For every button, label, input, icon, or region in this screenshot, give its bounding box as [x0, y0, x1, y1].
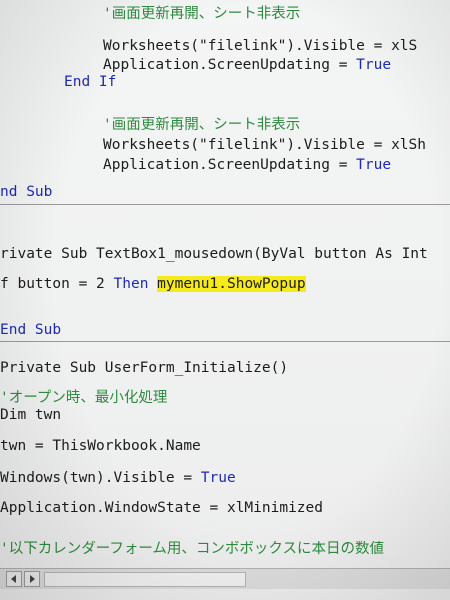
code-line-comment: '画面更新再開、シート非表示	[103, 117, 301, 133]
code-line-keyword: nd Sub	[0, 184, 53, 200]
code-line-comment: '画面更新再開、シート非表示	[103, 6, 301, 22]
code-line: rivate Sub TextBox1_mousedown(ByVal butt…	[0, 246, 428, 262]
code-line: Dim twn	[0, 407, 62, 423]
selected-text[interactable]: mymenu1.ShowPopup	[157, 276, 306, 292]
code-line: f button = 2 Then mymenu1.ShowPopup	[0, 276, 306, 292]
vba-editor-screen: '画面更新再開、シート非表示 Worksheets("filelink").Vi…	[0, 0, 450, 600]
code-keyword: Then	[113, 276, 149, 292]
scrollbar-thumb[interactable]	[44, 572, 246, 587]
code-line-comment: '以下カレンダーフォーム用、コンボボックスに本日の数値	[0, 541, 384, 557]
code-line: Worksheets("filelink").Visible = xlS	[103, 38, 418, 54]
code-text: Windows(twn).Visible =	[0, 470, 201, 486]
code-keyword: True	[356, 157, 392, 173]
code-text: Application.ScreenUpdating =	[103, 57, 357, 73]
procedure-separator	[0, 204, 450, 205]
code-line: twn = ThisWorkbook.Name	[0, 438, 201, 454]
code-line: Worksheets("filelink").Visible = xlSh	[103, 137, 427, 153]
code-line: Application.ScreenUpdating = True	[103, 57, 391, 73]
procedure-separator	[0, 341, 450, 342]
code-line: Application.ScreenUpdating = True	[103, 157, 391, 173]
code-keyword: True	[356, 57, 392, 73]
code-line: Windows(twn).Visible = True	[0, 470, 236, 486]
code-keyword: True	[200, 470, 236, 486]
code-line: Private Sub UserForm_Initialize()	[0, 360, 289, 376]
scroll-right-arrow-icon[interactable]	[24, 571, 40, 587]
code-text: f button = 2	[0, 276, 114, 292]
code-line: Application.WindowState = xlMinimized	[0, 500, 324, 516]
code-line-keyword: End Sub	[0, 322, 62, 338]
code-line-keyword: End If	[64, 74, 117, 90]
code-line-comment: 'オープン時、最小化処理	[0, 390, 168, 406]
scroll-left-arrow-icon[interactable]	[6, 571, 22, 587]
horizontal-scrollbar[interactable]	[0, 568, 450, 589]
code-text: Application.ScreenUpdating =	[103, 157, 357, 173]
